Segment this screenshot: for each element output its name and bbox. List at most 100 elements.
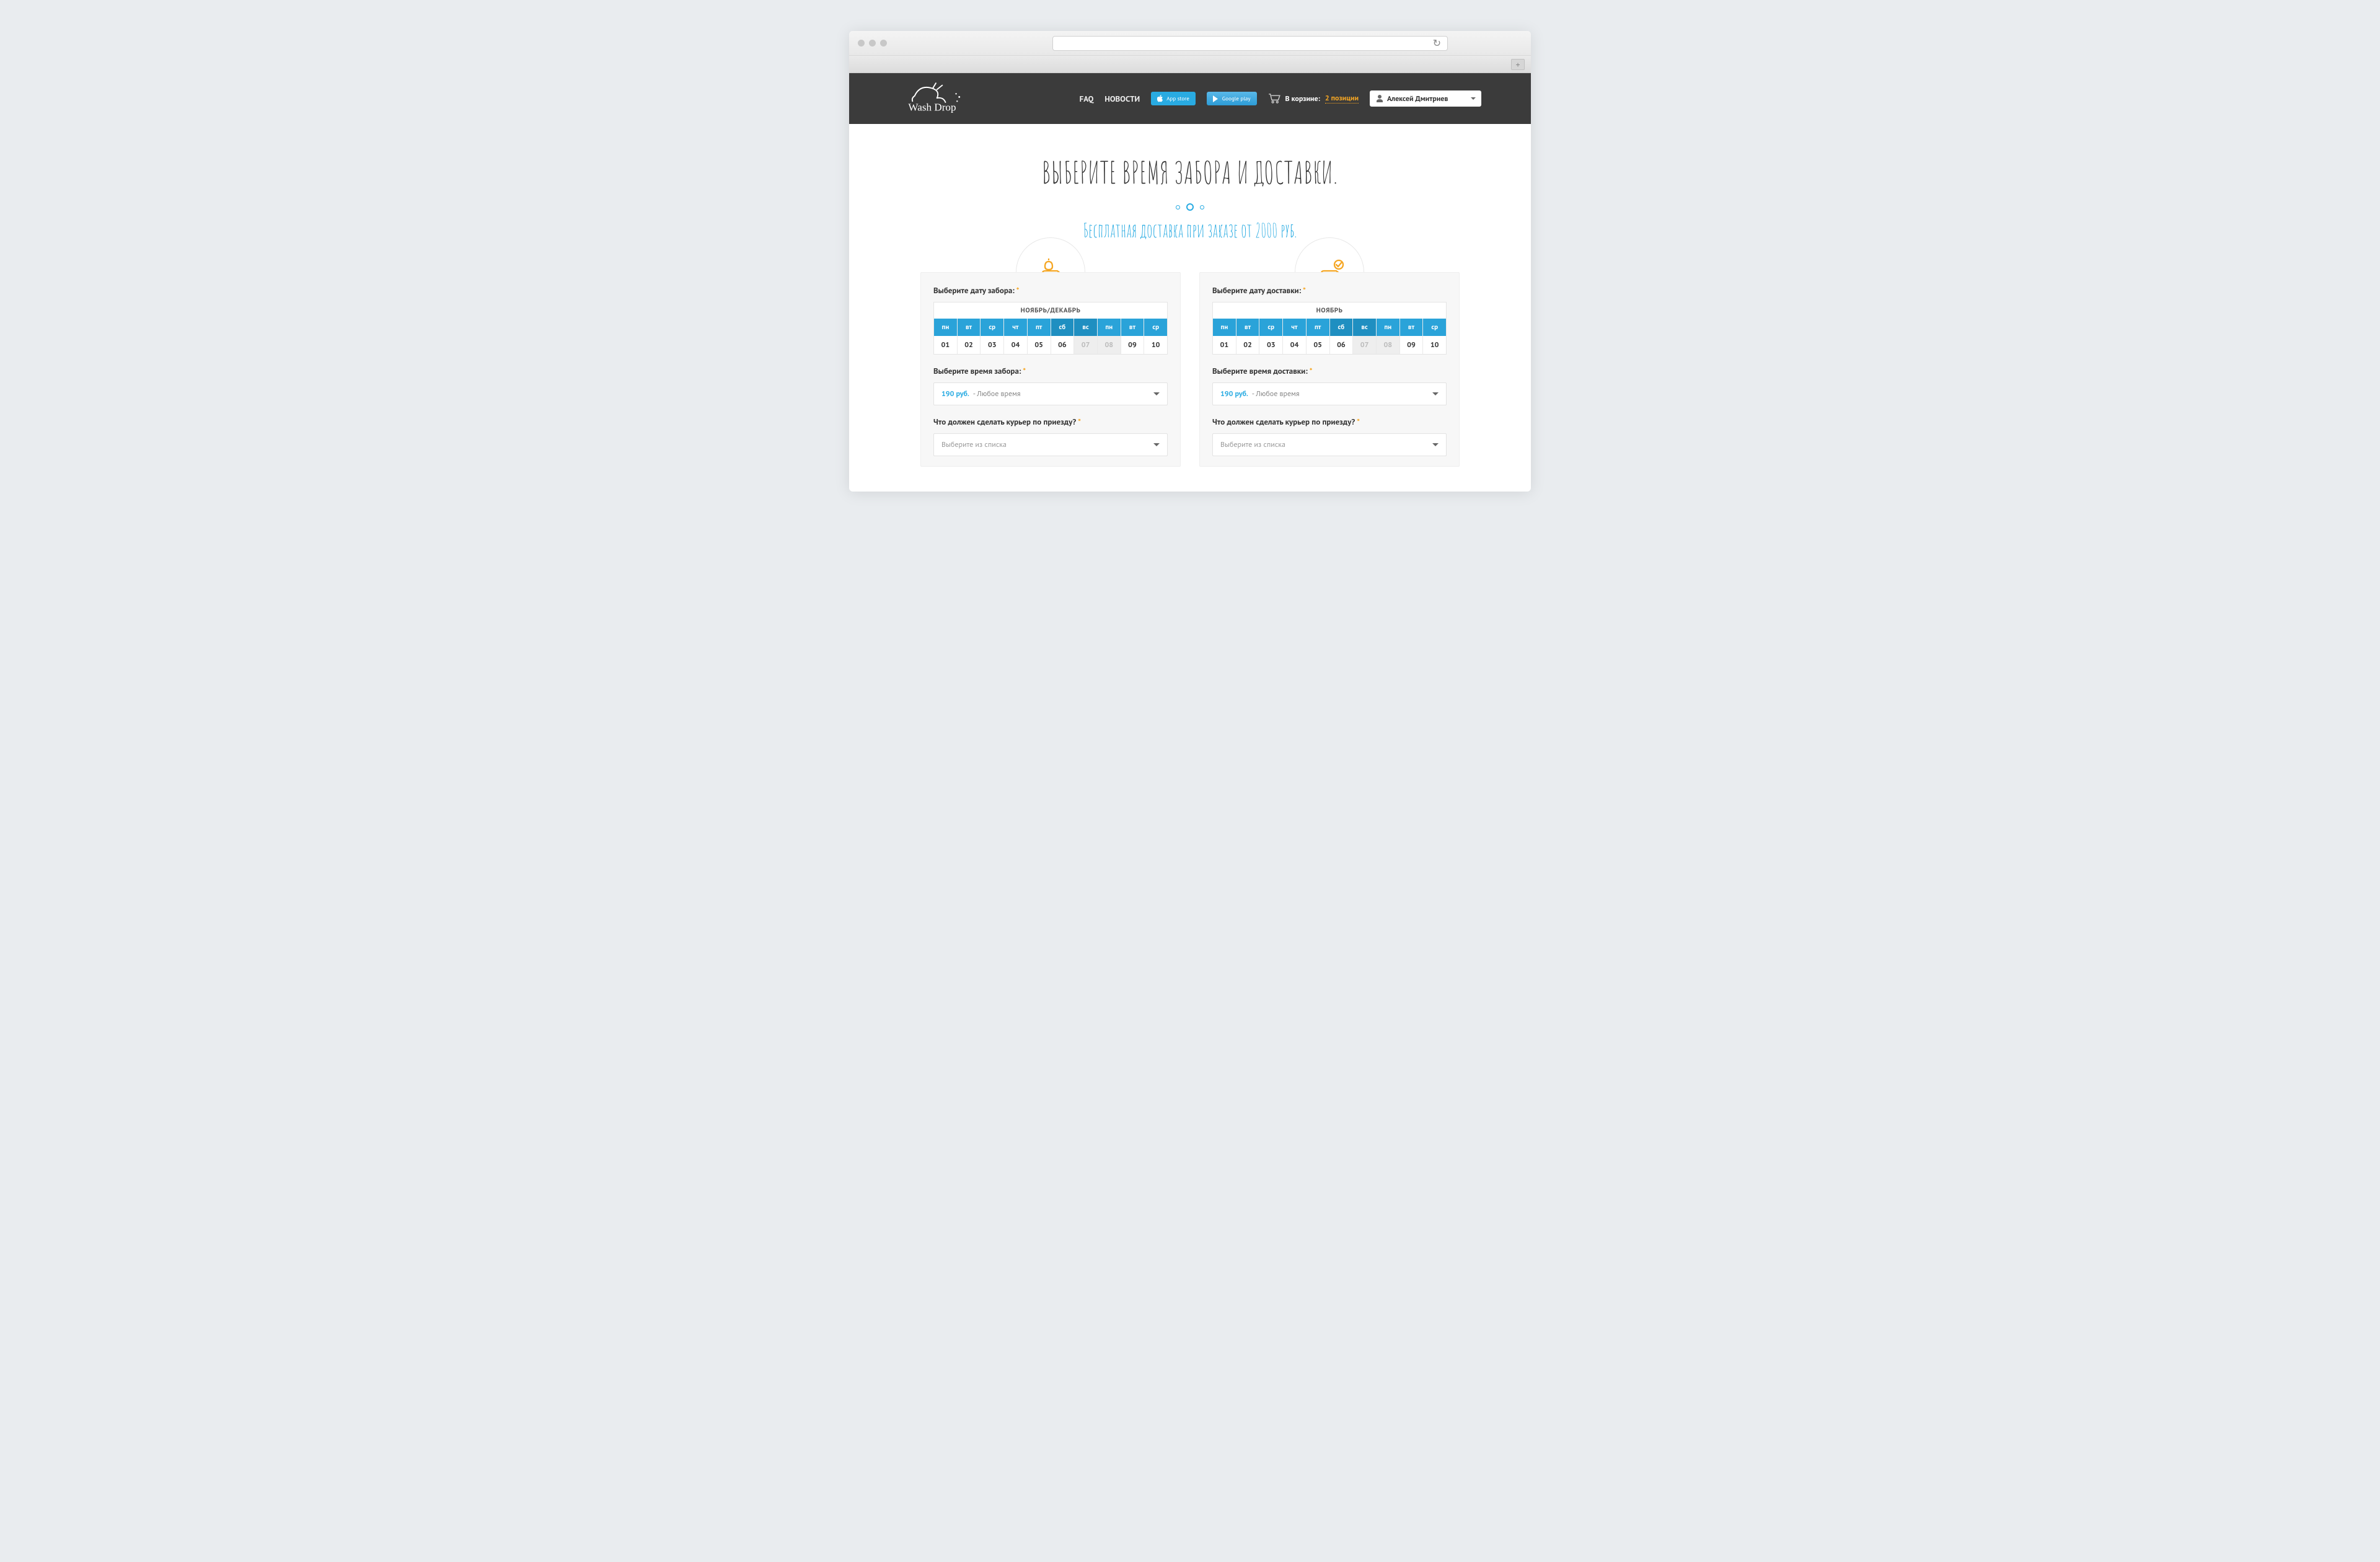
cart-count[interactable]: 2 позиции <box>1325 94 1359 104</box>
googleplay-label: Google play <box>1222 95 1251 102</box>
delivery-time-text: - Любое время <box>1252 389 1300 399</box>
calendar-day[interactable]: 01 <box>934 336 957 354</box>
delivery-time-label: Выберите время доставки: * <box>1212 366 1447 376</box>
window-minimize-dot[interactable] <box>869 40 876 46</box>
page-title: ВЫБЕРИТЕ ВРЕМЯ ЗАБОРА И ДОСТАВКИ. <box>899 153 1481 192</box>
browser-chrome-top: ↻ <box>849 31 1531 56</box>
delivery-days-row: 01 02 03 04 05 06 07 08 09 10 <box>1213 336 1446 354</box>
calendar-day[interactable]: 06 <box>1329 336 1353 354</box>
pickup-action-label: Что должен сделать курьер по приезду? * <box>933 417 1168 427</box>
pickup-month: НОЯБРЬ/ДЕКАБРЬ <box>934 302 1167 319</box>
weekday: вс <box>1073 319 1097 336</box>
calendar-day[interactable]: 03 <box>1259 336 1282 354</box>
pickup-time-text: - Любое время <box>973 389 1021 399</box>
delivery-card-wrap: Выберите дату доставки: * НОЯБРЬ пн вт с… <box>1199 272 1460 467</box>
cart-icon[interactable] <box>1268 94 1280 104</box>
delivery-date-label: Выберите дату доставки: * <box>1212 285 1447 296</box>
pickup-card: Выберите дату забора: * НОЯБРЬ/ДЕКАБРЬ п… <box>920 272 1181 467</box>
pickup-action-select[interactable]: Выберите из списка <box>933 433 1168 456</box>
address-bar[interactable]: ↻ <box>1052 36 1448 51</box>
weekday: сб <box>1051 319 1074 336</box>
logo-text: Wash Drop <box>908 102 956 113</box>
weekday: чт <box>1282 319 1306 336</box>
calendar-day[interactable]: 03 <box>980 336 1003 354</box>
calendar-day[interactable]: 05 <box>1306 336 1329 354</box>
calendar-day[interactable]: 04 <box>1282 336 1306 354</box>
pickup-action-placeholder: Выберите из списка <box>941 440 1007 449</box>
user-name: Алексей Дмитриев <box>1387 94 1448 104</box>
delivery-month: НОЯБРЬ <box>1213 302 1446 319</box>
site-header: Wash Drop FAQ НОВОСТИ App store Google p… <box>849 73 1531 124</box>
calendar-day[interactable]: 02 <box>1236 336 1259 354</box>
pickup-price: 190 руб. <box>941 389 969 399</box>
delivery-time-select[interactable]: 190 руб. - Любое время <box>1212 382 1447 405</box>
calendar-day[interactable]: 02 <box>957 336 981 354</box>
calendar-day-disabled: 08 <box>1376 336 1399 354</box>
appstore-button[interactable]: App store <box>1151 92 1196 105</box>
pickup-time-select[interactable]: 190 руб. - Любое время <box>933 382 1168 405</box>
main-content: ВЫБЕРИТЕ ВРЕМЯ ЗАБОРА И ДОСТАВКИ. Беспла… <box>849 124 1531 492</box>
nav-faq[interactable]: FAQ <box>1080 94 1094 104</box>
chevron-down-icon <box>1153 443 1160 449</box>
browser-window: ↻ + Wash Drop FAQ НОВОСТИ App store <box>849 31 1531 492</box>
nav-news[interactable]: НОВОСТИ <box>1104 94 1140 104</box>
delivery-calendar: НОЯБРЬ пн вт ср чт пт сб вс пн вт ср <box>1212 302 1447 355</box>
window-close-dot[interactable] <box>858 40 865 46</box>
delivery-weekday-row: пн вт ср чт пт сб вс пн вт ср <box>1213 319 1446 336</box>
logo[interactable]: Wash Drop <box>899 80 973 117</box>
weekday: пн <box>1376 319 1399 336</box>
weekday: вс <box>1352 319 1376 336</box>
delivery-card: Выберите дату доставки: * НОЯБРЬ пн вт с… <box>1199 272 1460 467</box>
pickup-days-row: 01 02 03 04 05 06 07 08 09 10 <box>934 336 1167 354</box>
delivery-action-label: Что должен сделать курьер по приезду? * <box>1212 417 1447 427</box>
browser-tab-strip: + <box>849 56 1531 73</box>
page-subtitle: Бесплатная доставка при заказе от 2000 р… <box>899 218 1481 242</box>
weekday: пн <box>1097 319 1121 336</box>
weekday: ср <box>1144 319 1167 336</box>
delivery-price: 190 руб. <box>1220 389 1248 399</box>
weekday: чт <box>1003 319 1027 336</box>
pickup-weekday-row: пн вт ср чт пт сб вс пн вт ср <box>934 319 1167 336</box>
header-nav: FAQ НОВОСТИ App store Google play В корз… <box>1080 90 1481 107</box>
divider-dots <box>899 203 1481 211</box>
weekday: вт <box>1236 319 1259 336</box>
calendar-day[interactable]: 06 <box>1051 336 1074 354</box>
calendar-day-disabled: 08 <box>1097 336 1121 354</box>
weekday: пт <box>1027 319 1051 336</box>
window-zoom-dot[interactable] <box>880 40 887 46</box>
weekday: вт <box>1399 319 1423 336</box>
weekday: вт <box>1121 319 1144 336</box>
calendar-day[interactable]: 10 <box>1422 336 1446 354</box>
weekday: ср <box>1422 319 1446 336</box>
calendar-day[interactable]: 04 <box>1003 336 1027 354</box>
calendar-day[interactable]: 09 <box>1121 336 1144 354</box>
cart-label: В корзине: <box>1285 94 1320 104</box>
user-dropdown[interactable]: Алексей Дмитриев <box>1370 90 1481 107</box>
user-icon <box>1376 95 1383 102</box>
apple-icon <box>1157 95 1163 102</box>
calendar-day[interactable]: 01 <box>1213 336 1236 354</box>
pickup-card-wrap: Выберите дату забора: * НОЯБРЬ/ДЕКАБРЬ п… <box>920 272 1181 467</box>
weekday: вт <box>957 319 981 336</box>
delivery-action-placeholder: Выберите из списка <box>1220 440 1285 449</box>
googleplay-button[interactable]: Google play <box>1207 92 1257 105</box>
weekday: ср <box>980 319 1003 336</box>
cart-summary: В корзине: 2 позиции <box>1268 94 1359 104</box>
cards-row: Выберите дату забора: * НОЯБРЬ/ДЕКАБРЬ п… <box>899 272 1481 467</box>
chevron-down-icon <box>1153 392 1160 399</box>
delivery-action-select[interactable]: Выберите из списка <box>1212 433 1447 456</box>
weekday: сб <box>1329 319 1353 336</box>
weekday: пт <box>1306 319 1329 336</box>
new-tab-button[interactable]: + <box>1511 59 1525 70</box>
pickup-date-label: Выберите дату забора: * <box>933 285 1168 296</box>
calendar-day-disabled: 07 <box>1073 336 1097 354</box>
calendar-day[interactable]: 05 <box>1027 336 1051 354</box>
reload-icon[interactable]: ↻ <box>1433 37 1441 50</box>
calendar-day[interactable]: 09 <box>1399 336 1423 354</box>
chevron-down-icon <box>1432 392 1439 399</box>
calendar-day[interactable]: 10 <box>1144 336 1167 354</box>
calendar-day-disabled: 07 <box>1352 336 1376 354</box>
pickup-calendar: НОЯБРЬ/ДЕКАБРЬ пн вт ср чт пт сб вс пн в… <box>933 302 1168 355</box>
weekday: ср <box>1259 319 1282 336</box>
chevron-down-icon <box>1432 443 1439 449</box>
